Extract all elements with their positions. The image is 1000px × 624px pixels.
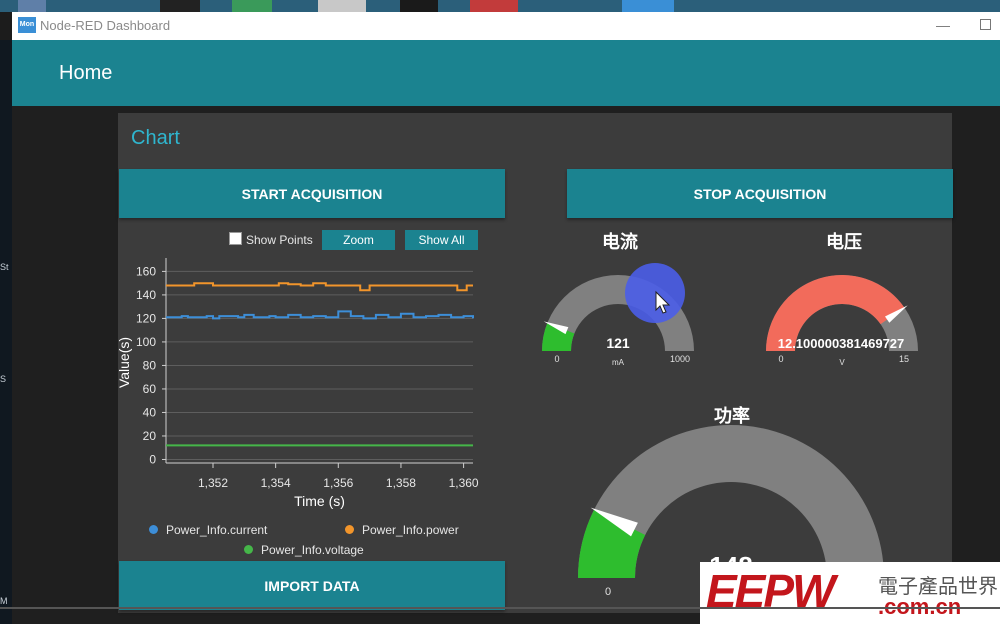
x-tick-label: 1,354 [261, 476, 291, 490]
zoom-button[interactable]: Zoom [322, 230, 395, 250]
gauge-min: 0 [778, 354, 783, 364]
line-chart: 0 20 40 60 80 100 120 140 160 1,352 1,354 1,356 1,35… [116, 258, 479, 509]
gauge-value: 121 [606, 335, 630, 351]
x-tick-label: 1,358 [386, 476, 416, 490]
gauge-value: 12.100000381469727 [778, 336, 905, 351]
taskbar [0, 0, 1000, 12]
card-title: Chart [131, 127, 180, 149]
watermark: EEPW 電子產品世界 .com.cn [700, 562, 1000, 624]
legend-label: Power_Info.voltage [261, 543, 364, 557]
taskbar-app-icon[interactable] [232, 0, 272, 12]
y-tick-label: 0 [149, 452, 156, 466]
start-acquisition-button[interactable]: START ACQUISITION [119, 169, 505, 218]
page-title: Home [59, 62, 113, 84]
desktop-label: S [0, 374, 7, 384]
x-tick-label: 1,360 [449, 476, 479, 490]
legend-item-power[interactable]: Power_Info.power [345, 523, 459, 537]
voltage-gauge: 12.100000381469727 V 0 15 [766, 275, 918, 367]
taskbar-app-icon[interactable] [160, 0, 200, 12]
import-data-button[interactable]: IMPORT DATA [119, 561, 505, 610]
y-tick-label: 60 [143, 382, 157, 396]
stop-acquisition-button[interactable]: STOP ACQUISITION [567, 169, 953, 218]
cursor-halo [625, 263, 685, 323]
legend-item-voltage[interactable]: Power_Info.voltage [244, 543, 364, 557]
desktop-edge: St S M [0, 40, 12, 624]
legend-label: Power_Info.power [362, 523, 459, 537]
x-axis-label: Time (s) [294, 493, 345, 509]
gauge-max: 15 [899, 354, 909, 364]
gauge-min: 0 [554, 354, 559, 364]
gauge-max: 1000 [670, 354, 690, 364]
show-points-label: Show Points [246, 233, 313, 247]
dashboard-header: Home [12, 40, 1000, 106]
cursor-highlight [625, 263, 685, 323]
show-points-checkbox[interactable]: Show Points [229, 232, 313, 247]
legend-item-current[interactable]: Power_Info.current [149, 523, 267, 537]
y-tick-label: 160 [136, 264, 156, 278]
legend-dot-icon [149, 525, 158, 534]
taskbar-app-icon[interactable] [622, 0, 674, 12]
minimize-icon[interactable]: — [934, 16, 952, 34]
taskbar-app-icon[interactable] [318, 0, 366, 12]
y-tick-label: 100 [136, 335, 156, 349]
gauge-unit: V [839, 358, 845, 367]
window-bottom-edge [0, 607, 1000, 609]
window-titlebar: Mon Node-RED Dashboard — [12, 12, 1000, 41]
taskbar-app-icon[interactable] [470, 0, 518, 12]
legend-label: Power_Info.current [166, 523, 268, 537]
y-axis-label: Value(s) [116, 337, 132, 388]
checkbox-icon[interactable] [229, 232, 242, 245]
taskbar-app-icon[interactable] [18, 0, 46, 12]
y-tick-label: 40 [143, 405, 157, 419]
taskbar-app-icon[interactable] [400, 0, 438, 12]
desktop-label: M [0, 596, 8, 606]
series-line [166, 310, 474, 320]
maximize-icon[interactable] [976, 16, 994, 34]
gauge-unit: mA [612, 358, 625, 367]
y-tick-label: 120 [136, 311, 156, 325]
gauge-title-current: 电流 [602, 232, 638, 252]
gauge-title-voltage: 电压 [826, 232, 862, 252]
gauge-min: 0 [605, 586, 611, 598]
x-tick-label: 1,356 [323, 476, 353, 490]
show-all-button[interactable]: Show All [405, 230, 478, 250]
y-tick-label: 80 [143, 358, 157, 372]
app-icon: Mon [18, 17, 36, 33]
legend-dot-icon [244, 545, 253, 554]
watermark-logo: EEPW [706, 565, 835, 617]
series-line [166, 282, 473, 292]
x-tick-label: 1,352 [198, 476, 228, 490]
desktop-label: St [0, 262, 9, 272]
window-title: Node-RED Dashboard [40, 18, 171, 33]
y-tick-label: 20 [143, 429, 157, 443]
y-tick-label: 140 [136, 288, 156, 302]
legend-dot-icon [345, 525, 354, 534]
